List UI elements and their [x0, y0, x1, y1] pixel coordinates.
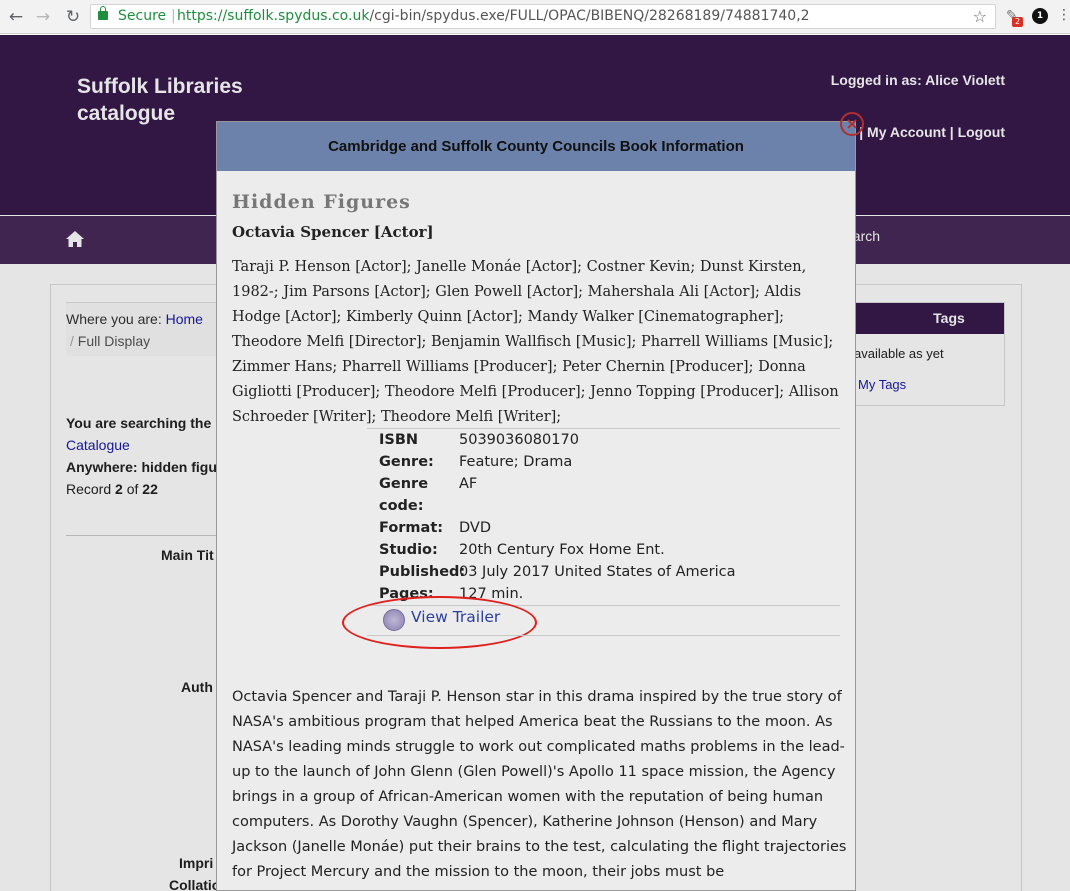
- address-bar[interactable]: Secure | https://suffolk.spydus.co.uk/cg…: [90, 4, 996, 29]
- genre-label: Genre:: [379, 454, 434, 470]
- published-label: Published:: [379, 564, 466, 580]
- genre-code-value: AF: [459, 476, 478, 492]
- meta-divider: [367, 635, 840, 636]
- book-title: Hidden Figures: [232, 191, 411, 213]
- published-value: 03 July 2017 United States of America: [459, 564, 736, 580]
- url-path: /cgi-bin/spydus.exe/FULL/OPAC/BIBENQ/282…: [369, 8, 810, 24]
- format-label: Format:: [379, 520, 444, 536]
- book-info-dialog: Cambridge and Suffolk County Councils Bo…: [216, 121, 856, 891]
- reload-icon[interactable]: ↻: [62, 6, 84, 28]
- url-host: https://suffolk.spydus.co.uk: [177, 8, 370, 24]
- isbn-value: 5039036080170: [459, 432, 579, 448]
- back-arrow-icon[interactable]: ←: [5, 6, 27, 28]
- browser-menu-icon[interactable]: ⋮: [1057, 7, 1070, 23]
- studio-label: Studio:: [379, 542, 438, 558]
- forward-arrow-icon[interactable]: →: [32, 6, 54, 28]
- studio-value: 20th Century Fox Home Ent.: [459, 542, 665, 558]
- secure-label: Secure: [118, 8, 167, 24]
- lock-icon: [98, 6, 108, 20]
- dialog-header: Cambridge and Suffolk County Councils Bo…: [217, 122, 855, 171]
- synopsis-text: Octavia Spencer and Taraji P. Henson sta…: [232, 689, 847, 880]
- book-credits: Taraji P. Henson [Actor]; Janelle Monáe …: [232, 259, 839, 425]
- format-value: DVD: [459, 520, 491, 536]
- url-text: https://suffolk.spydus.co.uk/cgi-bin/spy…: [177, 5, 810, 28]
- extension-badge: 2: [1012, 17, 1023, 27]
- annotation-circle: [342, 596, 537, 649]
- bookmark-star-icon[interactable]: ☆: [973, 5, 987, 28]
- address-separator: |: [171, 8, 176, 24]
- book-author: Octavia Spencer [Actor]: [232, 223, 434, 241]
- profile-extension-icon[interactable]: 1: [1032, 8, 1048, 24]
- genre-code-label: Genre code:: [379, 476, 429, 514]
- browser-toolbar: ← → ↻ Secure | https://suffolk.spydus.co…: [0, 0, 1070, 34]
- isbn-label: ISBN: [379, 432, 419, 448]
- genre-value: Feature; Drama: [459, 454, 573, 470]
- close-icon[interactable]: ×: [840, 112, 864, 136]
